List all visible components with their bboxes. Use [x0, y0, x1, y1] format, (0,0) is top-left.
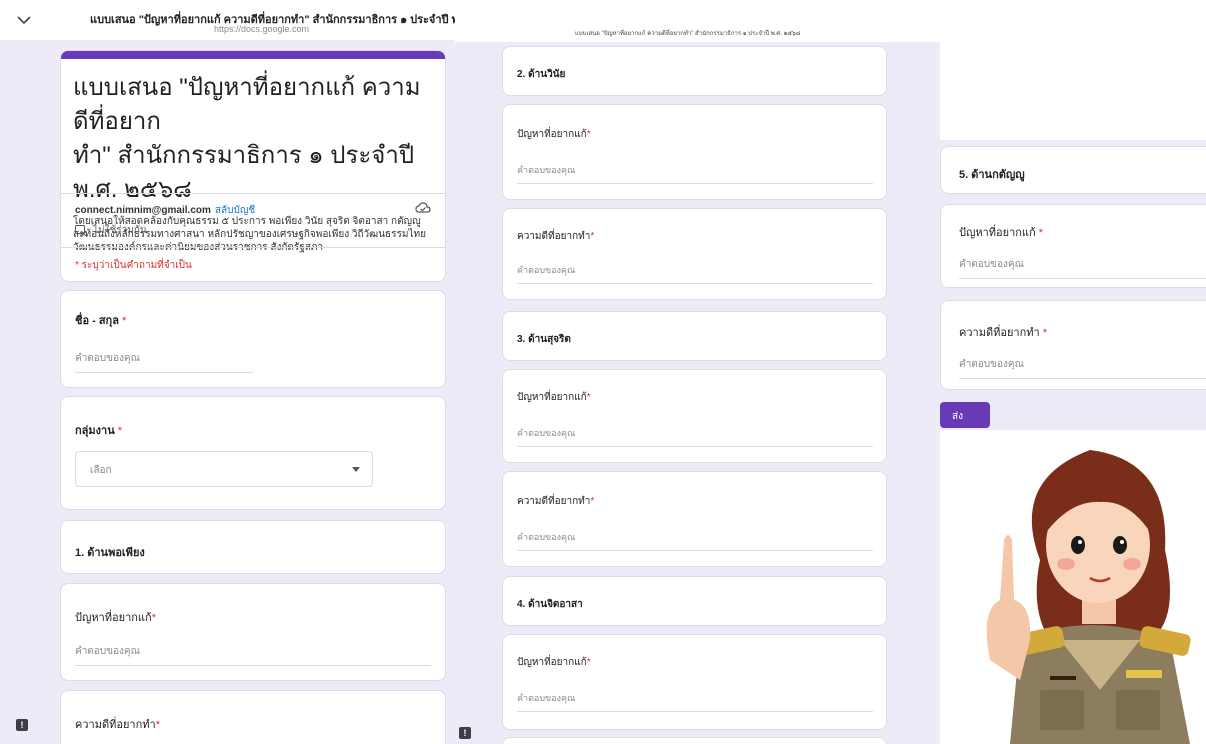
question-label: ปัญหาที่อยากแก้ * [959, 223, 1043, 241]
question-label: ปัญหาที่อยากแก้* [517, 127, 591, 142]
section-title: 2. ด้านวินัย [517, 69, 566, 80]
problem-question-card: ปัญหาที่อยากแก้* คำตอบของคุณ [502, 104, 887, 200]
accent-bar [61, 51, 445, 59]
label-text: ปัญหาที่อยากแก้ [517, 129, 587, 140]
title-line-2: ทำ" สำนักกรรมาธิการ ๑ ประจำปี พ.ศ. ๒๕๖๘ [73, 142, 415, 203]
required-star: * [586, 392, 591, 403]
label-text: กลุ่มงาน [75, 425, 115, 437]
goodness-question-card: ความดีที่อยากทำ* คำตอบของคุณ [502, 208, 887, 300]
problem-question-card: ปัญหาที่อยากแก้* คำตอบของคุณ [502, 369, 887, 463]
section-title: 5. ด้านกตัญญู [959, 169, 1025, 181]
problem-input[interactable]: คำตอบของคุณ [75, 644, 431, 666]
not-shared-text: ไม่ใช้ร่วมกัน [93, 225, 147, 236]
goodness-input[interactable]: คำตอบของคุณ [959, 357, 1206, 379]
section-card-1: 1. ด้านพอเพียง [60, 520, 446, 574]
label-text: ปัญหาที่อยากแก้ [517, 657, 587, 668]
name-question-card: ชื่อ - สกุล * คำตอบของคุณ [60, 290, 446, 388]
label-text: ปัญหาที่อยากแก้ [517, 392, 587, 403]
form-panel-1: แบบเสนอ "ปัญหาที่อยากแก้ ความดีที่อยากทำ… [0, 0, 455, 744]
form-panel-3: 5. ด้านกตัญญู ปัญหาที่อยากแก้ * คำตอบของ… [940, 0, 1206, 744]
problem-input[interactable]: คำตอบของคุณ [517, 426, 873, 447]
section-title: 1. ด้านพอเพียง [75, 547, 145, 559]
label-text: ปัญหาที่อยากแก้ [959, 227, 1036, 239]
page-title: แบบเสนอ "ปัญหาที่อยากแก้ ความดีที่อยาก ท… [61, 59, 445, 207]
question-label: ปัญหาที่อยากแก้* [517, 655, 591, 670]
group-question-card: กลุ่มงาน * เลือก [60, 396, 446, 510]
required-star: * [151, 612, 156, 624]
question-label: ความดีที่อยากทำ * [959, 323, 1047, 341]
required-star: * [155, 719, 160, 731]
divider [61, 193, 445, 194]
goodness-question-card: ความดีที่อยากทำ * คำตอบของคุณ [940, 300, 1206, 390]
next-card [502, 737, 887, 744]
question-label: ชื่อ - สกุล * [75, 311, 126, 329]
not-shared-icon [75, 225, 87, 236]
group-select[interactable]: เลือก [75, 451, 373, 487]
required-star: * [1042, 327, 1048, 339]
name-input[interactable]: คำตอบของคุณ [75, 351, 253, 373]
section-card-4: 4. ด้านจิตอาสา [502, 576, 887, 626]
label-text: ความดีที่อยากทำ [959, 327, 1040, 339]
required-star: * [590, 231, 595, 242]
section-card-2: 2. ด้านวินัย [502, 46, 887, 96]
label-text: ปัญหาที่อยากแก้ [75, 612, 152, 624]
cloud-icon [415, 202, 431, 213]
required-star: * [122, 315, 127, 327]
problem-question-card: ปัญหาที่อยากแก้ * คำตอบของคุณ [940, 204, 1206, 288]
divider [61, 247, 445, 248]
section-card-3: 3. ด้านสุจริต [502, 311, 887, 361]
goodness-question-card: ความดีที่อยากทำ* คำตอบของคุณ [502, 471, 887, 567]
required-star: * [1038, 227, 1044, 239]
account-row: connect.nimnim@gmail.com สลับบัญชี [75, 203, 255, 218]
required-star: * [586, 657, 591, 668]
required-star: * [586, 129, 591, 140]
section-card-5: 5. ด้านกตัญญู [940, 146, 1206, 194]
question-label: ปัญหาที่อยากแก้* [75, 608, 156, 626]
required-star: * [117, 425, 123, 437]
account-email: connect.nimnim@gmail.com [75, 205, 211, 216]
section-title: 3. ด้านสุจริต [517, 334, 571, 345]
collapsed-header: แบบเสนอ "ปัญหาที่อยากแก้ ความดีที่อยากทำ… [0, 0, 455, 40]
label-text: ชื่อ - สกุล [75, 315, 119, 327]
problem-input[interactable]: คำตอบของคุณ [517, 163, 873, 184]
problem-input[interactable]: คำตอบของคุณ [959, 257, 1206, 279]
section-title: 4. ด้านจิตอาสา [517, 599, 583, 610]
label-text: ความดีที่อยากทำ [75, 719, 156, 731]
form-header-card: แบบเสนอ "ปัญหาที่อยากแก้ ความดีที่อยาก ท… [60, 50, 446, 282]
required-note: * ระบุว่าเป็นคำถามที่จำเป็น [75, 260, 192, 271]
problem-question-card: ปัญหาที่อยากแก้* คำตอบของคุณ [502, 634, 887, 730]
question-label: ความดีที่อยากทำ* [517, 494, 594, 509]
dropdown-arrow-icon [352, 467, 360, 472]
chevron-down-icon[interactable] [14, 10, 34, 30]
submit-button[interactable]: ส่ง [940, 402, 990, 428]
question-label: ความดีที่อยากทำ* [517, 229, 594, 244]
label-text: ความดีที่อยากทำ [517, 496, 591, 507]
character-illustration [986, 450, 1191, 744]
label-text: ความดีที่อยากทำ [517, 231, 591, 242]
collapsed-header: แบบเสนอ "ปัญหาที่อยากแก้ ความดีที่อยากทำ… [455, 0, 940, 42]
problem-input[interactable]: คำตอบของคุณ [517, 691, 873, 712]
question-label: ความดีที่อยากทำ* [75, 715, 160, 733]
feedback-icon[interactable]: ! [16, 719, 28, 731]
question-label: กลุ่มงาน * [75, 421, 122, 439]
goodness-question-card: ความดีที่อยากทำ* [60, 690, 446, 744]
problem-question-card: ปัญหาที่อยากแก้* คำตอบของคุณ [60, 583, 446, 681]
required-star: * [590, 496, 595, 507]
form-panel-2: แบบเสนอ "ปัญหาที่อยากแก้ ความดีที่อยากทำ… [455, 0, 940, 744]
header-form-title: แบบเสนอ "ปัญหาที่อยากแก้ ความดีที่อยากทำ… [575, 31, 801, 37]
goodness-input[interactable]: คำตอบของคุณ [517, 263, 873, 284]
select-value: เลือก [90, 465, 112, 476]
goodness-input[interactable]: คำตอบของคุณ [517, 530, 873, 551]
title-line-1: แบบเสนอ "ปัญหาที่อยากแก้ ความดีที่อยาก [73, 74, 421, 135]
not-shared-row: ไม่ใช้ร่วมกัน [75, 223, 147, 238]
feedback-icon[interactable]: ! [459, 727, 471, 739]
switch-account-link[interactable]: สลับบัญชี [215, 205, 255, 216]
header-url: https://docs.google.com [214, 24, 310, 34]
question-label: ปัญหาที่อยากแก้* [517, 390, 591, 405]
